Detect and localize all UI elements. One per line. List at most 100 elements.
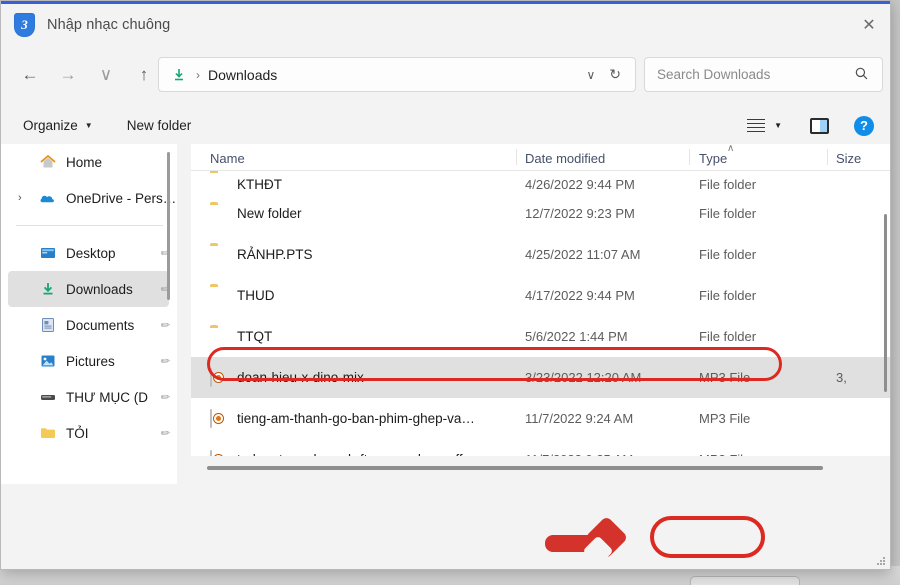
recent-locations-button[interactable]: ∨ <box>89 58 123 92</box>
file-type: File folder <box>699 288 756 303</box>
refresh-icon[interactable]: ↻ <box>609 66 621 83</box>
search-box[interactable]: Search Downloads <box>644 57 883 92</box>
table-row[interactable]: THUD 4/17/2022 9:44 PM File folder <box>191 275 891 316</box>
pin-icon[interactable]: ✐ <box>157 425 173 441</box>
documents-icon <box>39 316 57 334</box>
table-row[interactable]: KTHĐT 4/26/2022 9:44 PM File folder <box>191 171 891 193</box>
file-date: 4/25/2022 11:07 AM <box>525 247 640 262</box>
file-date: 11/7/2022 9:24 AM <box>525 411 633 426</box>
back-button[interactable]: ← <box>13 58 47 92</box>
file-name: THUD <box>237 288 275 303</box>
search-icon <box>855 67 868 83</box>
file-name: RẢNHP.PTS <box>237 247 313 262</box>
command-bar-right: ▼ ? <box>747 116 891 136</box>
help-icon[interactable]: ? <box>854 116 874 136</box>
drive-icon <box>39 388 57 406</box>
file-rows: KTHĐT 4/26/2022 9:44 PM File folder New … <box>191 171 891 456</box>
column-header-type[interactable]: Type <box>699 151 727 166</box>
preview-pane-icon[interactable] <box>810 118 829 134</box>
folder-icon <box>210 246 228 264</box>
folder-icon <box>210 287 228 305</box>
sidebar-scrollbar[interactable] <box>167 152 170 300</box>
pane-splitter[interactable] <box>177 144 191 484</box>
screen: Nhập nhạc chuông ✕ ← → ∨ ↑ › Downloads ∨… <box>0 0 900 585</box>
dialog-footer: File name: doan-hieu-x-dino-mix ∨ Tập ti… <box>1 484 891 570</box>
command-bar: Organize ▼ New folder ▼ ? <box>1 107 891 144</box>
desktop-icon <box>39 244 57 262</box>
forward-button[interactable]: → <box>51 58 85 92</box>
chevron-down-icon[interactable]: ▼ <box>774 121 782 130</box>
file-type: File folder <box>699 329 756 344</box>
mp3-icon <box>210 369 228 387</box>
view-list-icon[interactable] <box>747 119 765 133</box>
folder-icon <box>210 205 228 223</box>
table-row[interactable]: RẢNHP.PTS 4/25/2022 11:07 AM File folder <box>191 234 891 275</box>
search-input[interactable]: Search Downloads <box>657 67 770 82</box>
file-list-horizontal-scrollbar[interactable] <box>191 456 891 484</box>
column-divider[interactable] <box>827 149 828 165</box>
title-bar: Nhập nhạc chuông ✕ <box>1 4 891 46</box>
pin-icon[interactable]: ✐ <box>157 317 173 333</box>
window-title: Nhập nhạc chuông <box>47 17 170 33</box>
column-divider[interactable] <box>689 149 690 165</box>
breadcrumb-downloads[interactable]: Downloads <box>208 67 277 83</box>
file-name: TTQT <box>237 329 272 344</box>
file-date: 4/17/2022 9:44 PM <box>525 288 635 303</box>
column-header-row: Name Date modified Type ∧ Size <box>191 144 891 171</box>
file-name: doan-hieu-x-dino-mix <box>237 370 364 385</box>
chevron-down-icon[interactable]: ∨ <box>586 68 595 82</box>
sidebar-item-label: TỎI <box>66 426 89 441</box>
onedrive-icon <box>39 189 57 207</box>
file-size: 3, <box>836 370 847 385</box>
file-date: 4/26/2022 9:44 PM <box>525 177 635 192</box>
scrollbar-thumb[interactable] <box>207 466 823 470</box>
file-type: File folder <box>699 247 756 262</box>
resize-grip[interactable] <box>877 557 887 567</box>
pin-icon[interactable]: ✐ <box>157 353 173 369</box>
chevron-right-icon[interactable]: › <box>18 192 22 204</box>
folder-icon <box>210 328 228 346</box>
pin-icon[interactable]: ✐ <box>157 389 173 405</box>
file-type: MP3 File <box>699 411 750 426</box>
sidebar-divider <box>16 225 163 226</box>
chevron-down-icon: ▼ <box>85 121 93 130</box>
table-row[interactable]: tp-hay-trao-cho-anh-ft-snoop-dogg-off… 1… <box>191 439 891 456</box>
pictures-icon <box>39 352 57 370</box>
sidebar-item-label: OneDrive - Pers… <box>66 191 176 206</box>
sidebar-item-onedrive[interactable]: › OneDrive - Pers… <box>8 180 169 216</box>
sidebar-item-desktop[interactable]: Desktop ✐ <box>8 235 169 271</box>
organize-button[interactable]: Organize ▼ <box>23 118 93 133</box>
sidebar-item-label: Documents <box>66 318 134 333</box>
sidebar-item-home[interactable]: Home <box>8 144 169 180</box>
close-icon[interactable]: ✕ <box>846 4 891 46</box>
table-row[interactable]: TTQT 5/6/2022 1:44 PM File folder <box>191 316 891 357</box>
file-type: File folder <box>699 206 756 221</box>
up-button[interactable]: ↑ <box>127 58 161 92</box>
sidebar-item-label: Home <box>66 155 102 170</box>
file-type: MP3 File <box>699 370 750 385</box>
file-type: File folder <box>699 177 756 192</box>
file-list-pane: Name Date modified Type ∧ Size KTHĐT 4/2… <box>191 144 891 484</box>
sidebar-item-thu-muc-d[interactable]: THƯ MỤC (D ✐ <box>8 379 169 415</box>
file-date: 5/6/2022 1:44 PM <box>525 329 628 344</box>
sidebar-item-label: Pictures <box>66 354 115 369</box>
background-window-element <box>690 576 800 585</box>
sidebar-item-pictures[interactable]: Pictures ✐ <box>8 343 169 379</box>
table-row[interactable]: New folder 12/7/2022 9:23 PM File folder <box>191 193 891 234</box>
table-row[interactable]: tieng-am-thanh-go-ban-phim-ghep-va… 11/7… <box>191 398 891 439</box>
downloads-icon <box>39 280 57 298</box>
column-header-date[interactable]: Date modified <box>525 151 605 166</box>
file-list-vertical-scrollbar[interactable] <box>884 214 887 392</box>
new-folder-button[interactable]: New folder <box>127 118 192 133</box>
address-bar[interactable]: › Downloads ∨ ↻ <box>158 57 636 92</box>
sidebar-item-documents[interactable]: Documents ✐ <box>8 307 169 343</box>
sidebar-item-toi[interactable]: TỎI ✐ <box>8 415 169 451</box>
table-row-selected[interactable]: doan-hieu-x-dino-mix 3/23/2022 12:20 AM … <box>191 357 891 398</box>
sidebar-item-downloads[interactable]: Downloads ✐ <box>8 271 169 307</box>
sort-ascending-icon: ∧ <box>727 143 734 154</box>
organize-label: Organize <box>23 118 78 133</box>
file-name: New folder <box>237 206 302 221</box>
column-header-name[interactable]: Name <box>210 151 245 166</box>
column-divider[interactable] <box>516 149 517 165</box>
column-header-size[interactable]: Size <box>836 151 861 166</box>
